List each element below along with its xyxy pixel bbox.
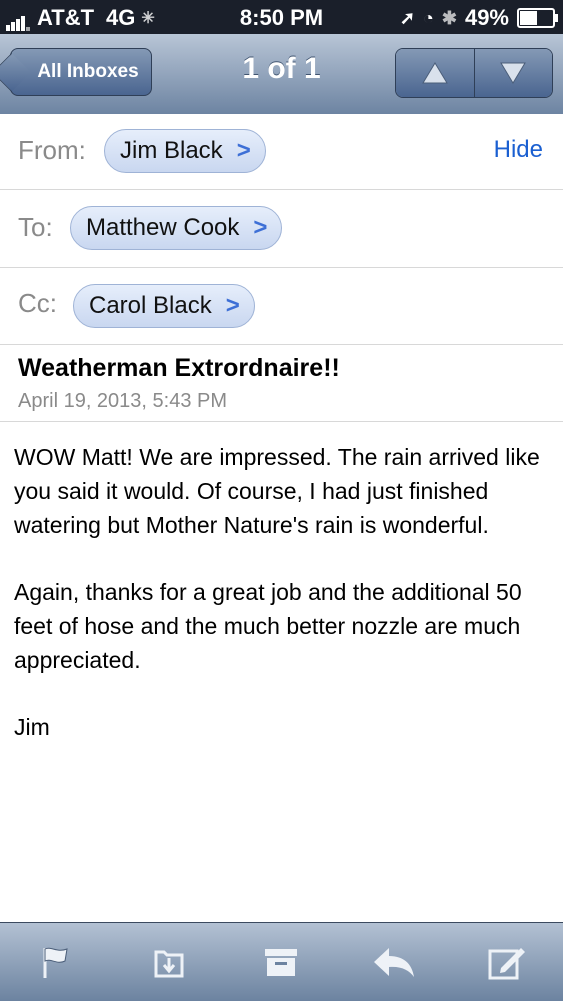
subject-divider <box>0 421 563 422</box>
from-sender-name: Jim Black <box>120 137 223 164</box>
flag-button[interactable] <box>26 932 86 992</box>
bluetooth-icon: ✱ <box>441 7 457 28</box>
message-nav-control <box>395 48 553 98</box>
status-bar: AT&T 4G ✳ 8:50 PM ➚ ◔ ✱ 49% <box>0 0 563 34</box>
to-row: To: Matthew Cook > <box>0 190 563 268</box>
next-message-button[interactable] <box>474 49 552 97</box>
previous-message-button[interactable] <box>396 49 475 97</box>
move-to-folder-icon <box>154 950 184 978</box>
reply-icon <box>374 948 415 977</box>
flag-icon <box>43 947 68 978</box>
from-row: From: Jim Black > Hide <box>0 114 563 190</box>
message-date: April 19, 2013, 5:43 PM <box>18 390 228 412</box>
archive-button[interactable] <box>251 932 311 992</box>
bottom-toolbar <box>0 922 563 1001</box>
battery-percent: 49% <box>464 5 509 30</box>
chevron-right-icon: > <box>225 292 240 319</box>
navigation-bar: All Inboxes 1 of 1 <box>0 34 563 115</box>
move-to-folder-button[interactable] <box>139 932 199 992</box>
cc-row: Cc: Carol Black > <box>0 268 563 345</box>
to-recipient-chip[interactable]: Matthew Cook > <box>70 206 283 250</box>
to-label: To: <box>18 212 53 242</box>
compose-button[interactable] <box>477 932 537 992</box>
battery-icon <box>517 8 558 28</box>
chevron-right-icon: > <box>236 137 251 164</box>
reply-button[interactable] <box>364 932 424 992</box>
from-label: From: <box>18 135 86 165</box>
cc-label: Cc: <box>18 288 57 318</box>
cc-recipient-name: Carol Black <box>89 292 212 319</box>
chevron-right-icon: > <box>253 214 268 241</box>
body-paragraph: WOW Matt! We are impressed. The rain arr… <box>14 444 540 538</box>
message-body: WOW Matt! We are impressed. The rain arr… <box>14 440 554 777</box>
arrow-down-icon <box>500 62 527 84</box>
status-right: ➚ ◔ ✱ 49% <box>399 5 558 31</box>
from-sender-chip[interactable]: Jim Black > <box>104 129 266 173</box>
hide-details-link[interactable]: Hide <box>494 136 543 164</box>
message-subject: Weatherman Extrordnaire!! <box>18 354 340 382</box>
archive-icon <box>265 949 298 976</box>
back-button-label: All Inboxes <box>37 61 139 82</box>
body-signature: Jim <box>14 714 50 740</box>
body-paragraph: Again, thanks for a great job and the ad… <box>14 579 522 673</box>
alarm-icon: ◔ <box>422 7 434 28</box>
arrow-up-icon <box>421 62 448 84</box>
all-inboxes-back-button[interactable]: All Inboxes <box>10 48 152 96</box>
location-icon: ➚ <box>399 7 415 28</box>
cc-recipient-chip[interactable]: Carol Black > <box>73 284 255 328</box>
compose-icon <box>488 948 525 980</box>
to-recipient-name: Matthew Cook <box>86 214 240 241</box>
